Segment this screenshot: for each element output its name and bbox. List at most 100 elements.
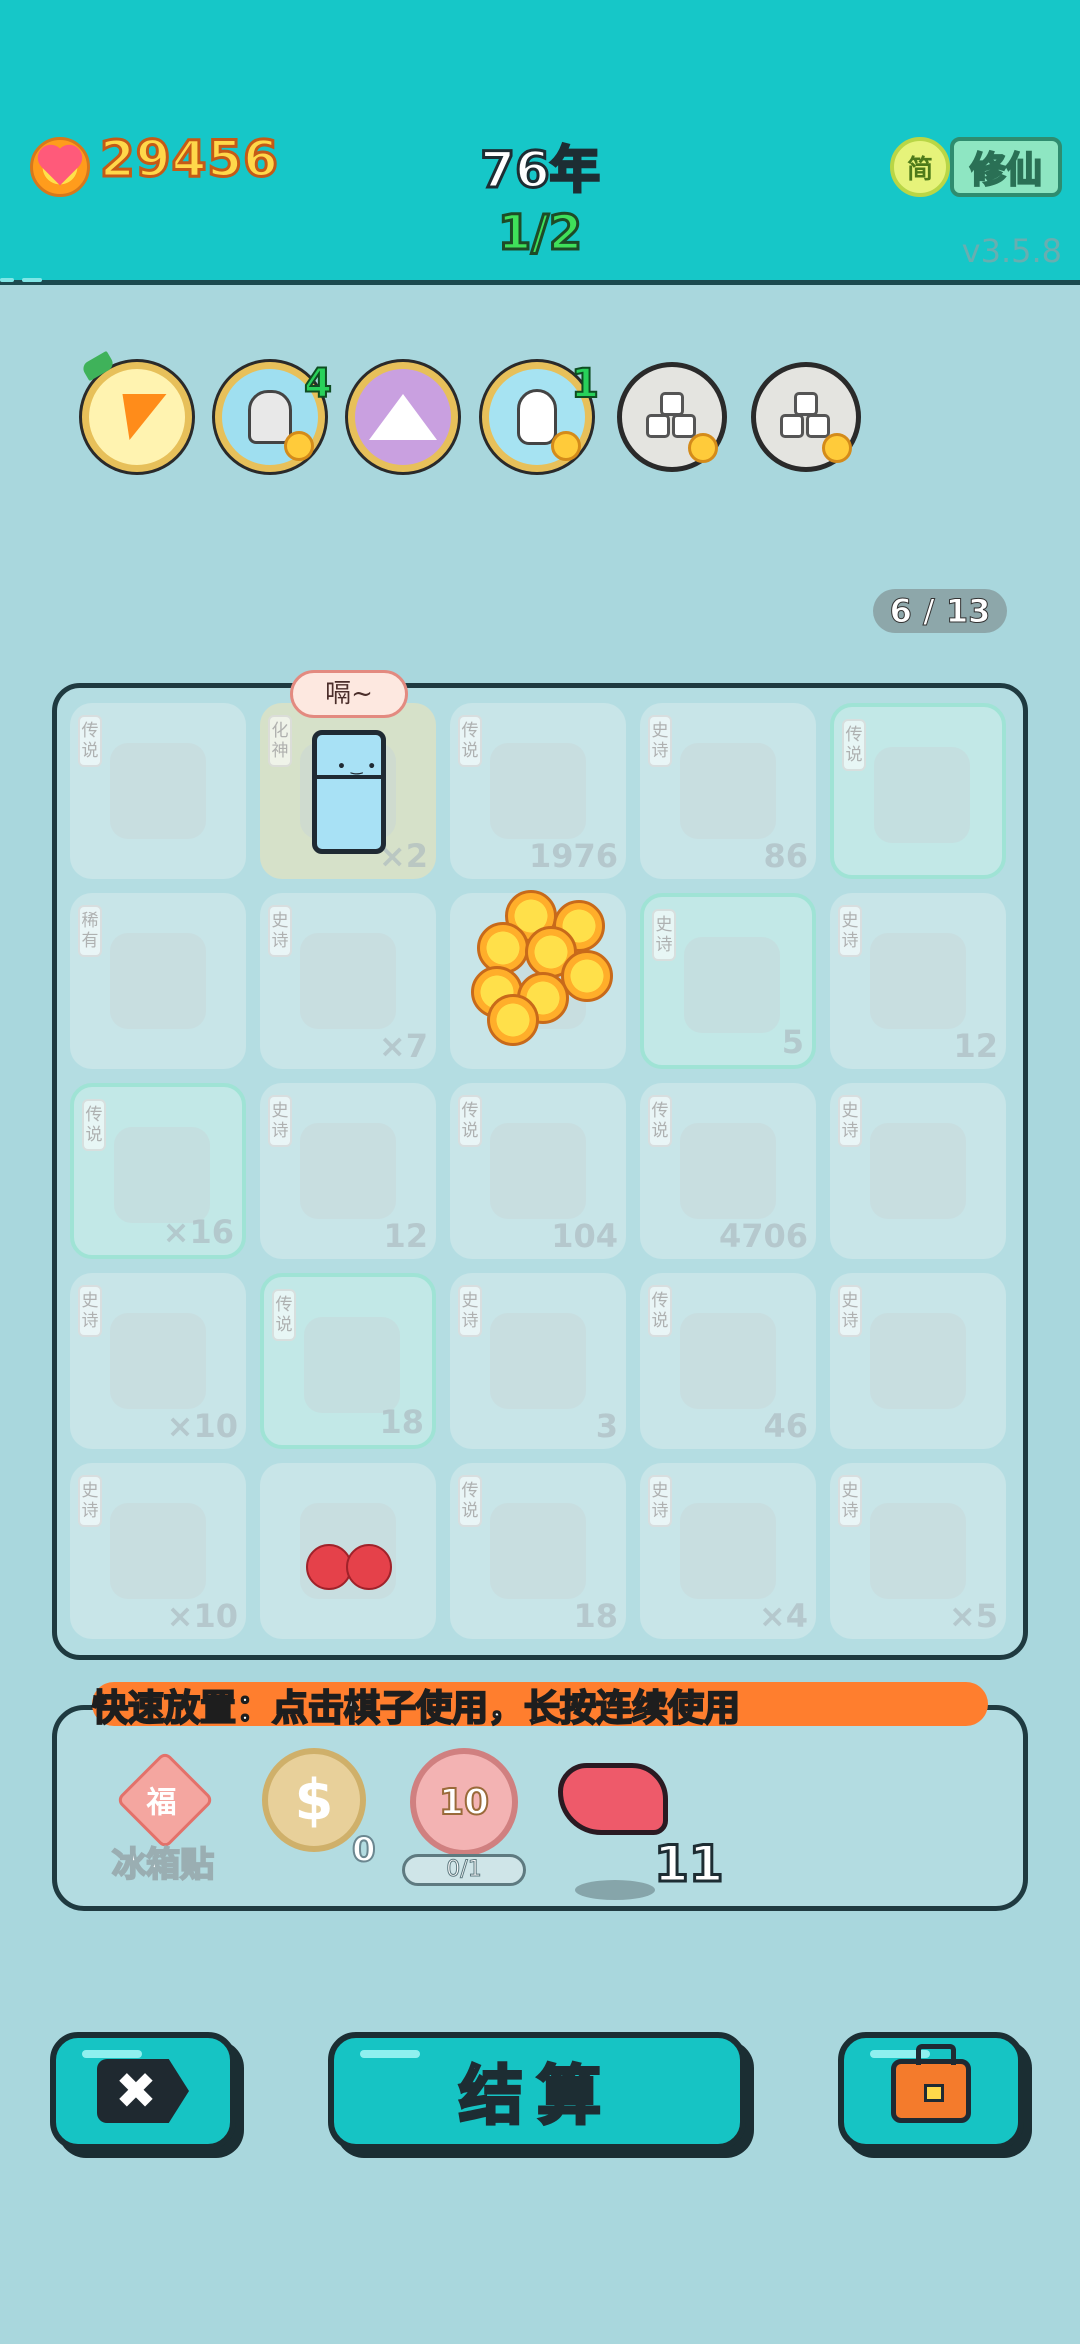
settle-button[interactable]: 结算 <box>328 2032 746 2150</box>
board-cell[interactable]: 稀有 <box>70 893 246 1069</box>
lightning-booster[interactable] <box>80 350 192 472</box>
cell-count: ×2 <box>378 837 428 875</box>
husky-icon <box>248 390 292 444</box>
coin-pile-icon[interactable] <box>465 890 615 1046</box>
rarity-tag: 史诗 <box>838 1285 862 1337</box>
speech-bubble: 嗝~ <box>290 670 408 718</box>
piece-silhouette-icon <box>110 743 206 839</box>
board-cell[interactable]: 传说 1976 <box>450 703 626 879</box>
booster-count: 1 <box>570 360 600 408</box>
dollar-coin-icon[interactable]: $ <box>262 1748 366 1852</box>
piece-silhouette-icon <box>680 1123 776 1219</box>
rarity-tag: 稀有 <box>78 905 102 957</box>
tip-text: 快速放置：点击棋子使用，长按连续使用 <box>91 1687 741 1730</box>
board-cell[interactable]: 史诗 86 <box>640 703 816 879</box>
cell-count: 46 <box>763 1407 808 1445</box>
piece-silhouette-icon <box>490 743 586 839</box>
piece-silhouette-icon <box>490 1503 586 1599</box>
rarity-tag: 化神 <box>268 715 292 767</box>
cell-count: ×5 <box>948 1597 998 1635</box>
language-toggle[interactable]: 简 <box>890 137 950 197</box>
piece-silhouette-icon <box>490 1123 586 1219</box>
cultivation-mode-button[interactable]: 修仙 <box>950 137 1062 197</box>
rarity-tag: 史诗 <box>458 1285 482 1337</box>
cell-count: ×10 <box>166 1597 238 1635</box>
rarity-tag: 传说 <box>82 1099 106 1151</box>
board-cell[interactable]: 史诗 ×4 <box>640 1463 816 1639</box>
piece-silhouette-icon <box>110 933 206 1029</box>
piece-silhouette-icon <box>680 743 776 839</box>
cherry-icon <box>306 1520 396 1590</box>
board-cell[interactable]: 史诗 <box>830 1273 1006 1449</box>
cell-count: ×16 <box>162 1213 234 1251</box>
board-cell[interactable]: 史诗 3 <box>450 1273 626 1449</box>
board-cell[interactable]: 史诗 <box>830 1083 1006 1259</box>
piece-silhouette-icon <box>870 1123 966 1219</box>
rarity-tag: 传说 <box>648 1285 672 1337</box>
version-label: v3.5.8 <box>961 232 1062 270</box>
piece-silhouette-icon <box>870 933 966 1029</box>
dollar-count: 0 <box>351 1829 377 1871</box>
rarity-tag: 史诗 <box>268 1095 292 1147</box>
sugar-cube-icon <box>642 392 702 442</box>
board-cell[interactable]: 传说 18 <box>260 1273 436 1449</box>
piece-silhouette-icon <box>680 1313 776 1409</box>
cell-count: ×4 <box>758 1597 808 1635</box>
board-cell[interactable]: 史诗 ×10 <box>70 1463 246 1639</box>
header-dash <box>22 278 42 282</box>
inventory-button[interactable] <box>838 2032 1024 2150</box>
cell-count: 4706 <box>718 1217 808 1255</box>
cell-count: 12 <box>953 1027 998 1065</box>
liver-count: 11 <box>653 1834 726 1895</box>
coin-bag-icon[interactable]: 10 <box>410 1748 518 1856</box>
board-cell[interactable]: 传说 ×16 <box>70 1083 246 1259</box>
cube-booster[interactable] <box>617 362 727 472</box>
board-cell[interactable]: 史诗 ×7 <box>260 893 436 1069</box>
husky-booster[interactable]: 4 <box>215 360 333 472</box>
heart-badge-icon <box>551 431 581 461</box>
cell-count: 18 <box>379 1403 424 1441</box>
settle-label: 结算 <box>458 2059 615 2136</box>
rarity-tag: 史诗 <box>652 909 676 961</box>
piece-silhouette-icon <box>874 747 970 843</box>
cube-booster[interactable] <box>751 362 861 472</box>
board-cell[interactable]: 史诗 5 <box>640 893 816 1069</box>
liver-icon[interactable] <box>558 1763 668 1835</box>
rarity-tag: 传说 <box>842 719 866 771</box>
piece-silhouette-icon <box>870 1503 966 1599</box>
rarity-tag: 史诗 <box>838 1095 862 1147</box>
rarity-tag: 传说 <box>458 1095 482 1147</box>
rabbit-icon <box>517 389 557 445</box>
rarity-tag: 史诗 <box>838 1475 862 1527</box>
rarity-tag: 传说 <box>458 1475 482 1527</box>
skirt-booster[interactable] <box>348 362 458 472</box>
board-cell[interactable]: 传说 46 <box>640 1273 816 1449</box>
board-cell[interactable]: 传说 18 <box>450 1463 626 1639</box>
board-cell[interactable]: 传说 <box>70 703 246 879</box>
board-cell[interactable]: 传说 104 <box>450 1083 626 1259</box>
close-icon: ✖ <box>97 2059 189 2123</box>
rarity-tag: 传说 <box>648 1095 672 1147</box>
piece-silhouette-icon <box>300 933 396 1029</box>
rarity-tag: 传说 <box>272 1289 296 1341</box>
piece-silhouette-icon <box>870 1313 966 1409</box>
fridge-piece[interactable]: • ‿ • <box>312 730 386 854</box>
board-cell[interactable]: 史诗 ×5 <box>830 1463 1006 1639</box>
board-cell[interactable]: 史诗 12 <box>830 893 1006 1069</box>
rabbit-booster[interactable]: 1 <box>482 360 600 472</box>
board-cell[interactable]: 传说 4706 <box>640 1083 816 1259</box>
board-cell[interactable]: 史诗 12 <box>260 1083 436 1259</box>
rarity-tag: 传说 <box>78 715 102 767</box>
piece-silhouette-icon <box>684 937 780 1033</box>
coin-bag-progress: 0/1 <box>402 1854 526 1886</box>
liver-shadow <box>575 1880 655 1900</box>
cell-count: 3 <box>595 1407 618 1445</box>
board-cell[interactable]: 传说 <box>830 703 1006 879</box>
cell-count: ×7 <box>378 1027 428 1065</box>
briefcase-icon <box>891 2044 971 2123</box>
rarity-tag: 史诗 <box>648 1475 672 1527</box>
piece-silhouette-icon <box>110 1503 206 1599</box>
board-cell[interactable]: 史诗 ×10 <box>70 1273 246 1449</box>
cell-count: 1976 <box>528 837 618 875</box>
close-button[interactable]: ✖ <box>50 2032 236 2150</box>
